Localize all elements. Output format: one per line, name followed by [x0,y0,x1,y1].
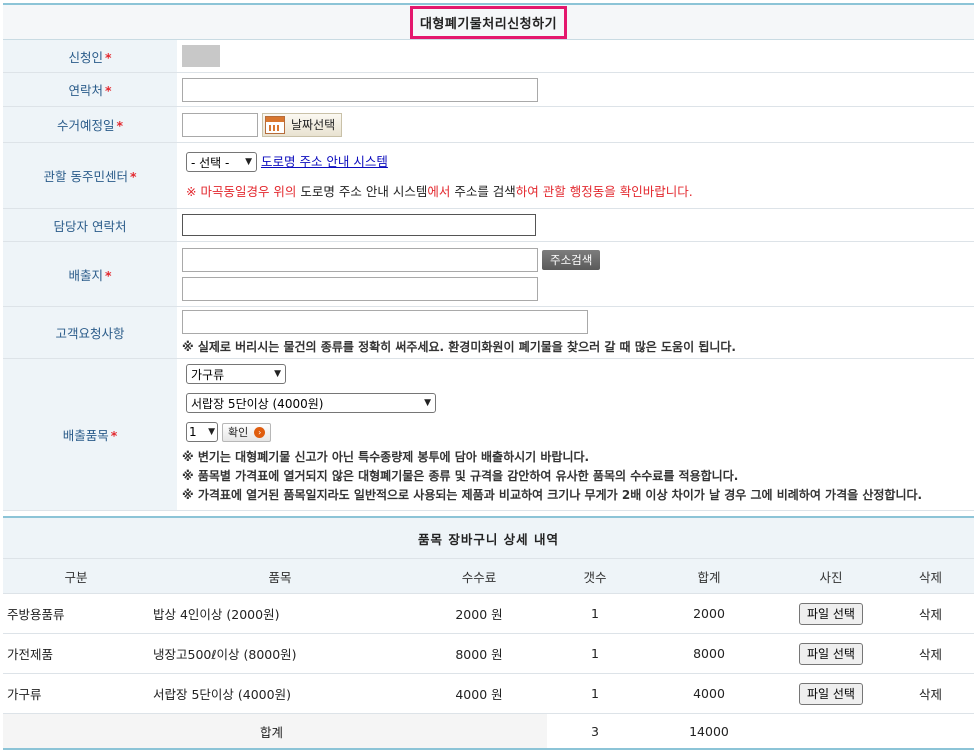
cart-title: 품목 장바구니 상세 내역 [3,517,974,559]
header-count: 갯수 [547,558,643,594]
discharge-label: 배출지 * [3,241,177,307]
center-select[interactable]: - 선택 - ▼ [186,152,257,173]
request-label: 고객요청사항 [3,306,177,359]
header-photo: 사진 [775,558,887,594]
pickup-date-label: 수거예정일 * [3,106,177,143]
cart-table: 품목 장바구니 상세 내역 구분 품목 수수료 갯수 합계 사진 삭제 주방용품… [3,516,974,750]
address-detail-input[interactable] [182,276,538,301]
items-note-1: ※ 변기는 대형폐기물 신고가 아닌 특수종량제 봉투에 담아 배출하시기 바랍… [182,450,590,464]
header-fee: 수수료 [411,558,547,594]
address-search-button[interactable]: 주소검색 [541,249,601,270]
cart-header-row: 구분 품목 수수료 갯수 합계 사진 삭제 [3,558,974,594]
address-input[interactable] [182,247,538,272]
pickup-date-input[interactable] [182,112,258,137]
date-select-button[interactable]: 날짜선택 [261,112,343,137]
request-note: ※ 실제로 버리시는 물건의 종류를 정확히 써주세요. 환경미화원이 폐기물을… [182,340,736,354]
request-input[interactable] [182,310,588,334]
file-select-button[interactable]: 파일 선택 [799,682,863,705]
road-address-link[interactable]: 도로명 주소 안내 시스템 [261,154,388,169]
delete-link[interactable]: 삭제 [887,673,974,714]
contact-label: 연락처 * [3,72,177,107]
item-select[interactable]: 서랍장 5단이상 (4000원) ▼ [186,393,436,413]
chevron-down-icon: ▼ [424,398,431,408]
confirm-button[interactable]: 확인 › [221,422,272,442]
chevron-down-icon: ▼ [274,369,281,379]
sum-label: 합계 [3,713,547,750]
items-label: 배출품목 * [3,358,177,511]
header-delete: 삭제 [887,558,974,594]
waste-application-page: 대형폐기물처리신청하기 신청인 * 연락처 * 수거예정일 * 날짜선택 관할 동주민… [3,3,974,750]
header-total: 합계 [643,558,775,594]
category-select[interactable]: 가구류 ▼ [186,364,286,384]
sum-total: 14000 [643,713,775,750]
required-mark: * [104,49,112,65]
delete-link[interactable]: 삭제 [887,633,974,674]
items-note-3: ※ 가격표에 열거된 품목일지라도 일반적으로 사용되는 제품과 비교하여 크기… [182,488,923,502]
chevron-down-icon: ▼ [208,427,215,437]
manager-contact-label: 담당자 연락처 [3,208,177,242]
items-note-2: ※ 품목별 가격표에 열거되지 않은 대형폐기물은 종류 및 규격을 감안하여 … [182,469,739,483]
cart-row: 가구류 서랍장 5단이상 (4000원) 4000 원 1 4000 파일 선택… [3,673,974,714]
center-note: ※ 마곡동일경우 위의 도로명 주소 안내 시스템에서 주소를 검색하여 관할 … [186,184,693,200]
sum-count: 3 [547,713,643,750]
contact-input[interactable] [182,77,538,102]
quantity-select[interactable]: 1 ▼ [186,422,218,442]
arrow-right-icon: › [254,426,266,438]
delete-link[interactable]: 삭제 [887,593,974,634]
applicant-name-masked [182,45,220,67]
form-title: 대형폐기물처리신청하기 [409,5,568,39]
manager-contact-input[interactable] [182,214,536,236]
calendar-icon [264,115,285,134]
header-item: 품목 [149,558,411,594]
cart-row: 주방용품류 밥상 4인이상 (2000원) 2000 원 1 2000 파일 선… [3,593,974,634]
center-label: 관할 동주민센터 * [3,142,177,209]
file-select-button[interactable]: 파일 선택 [799,602,863,625]
application-form: 대형폐기물처리신청하기 신청인 * 연락처 * 수거예정일 * 날짜선택 관할 동주민… [3,3,974,511]
file-select-button[interactable]: 파일 선택 [799,642,863,665]
chevron-down-icon: ▼ [245,157,252,168]
applicant-label: 신청인 * [3,39,177,73]
cart-row: 가전제품 냉장고500ℓ이상 (8000원) 8000 원 1 8000 파일 … [3,633,974,674]
header-category: 구분 [3,558,149,594]
cart-sum-row: 합계 3 14000 [3,713,974,750]
